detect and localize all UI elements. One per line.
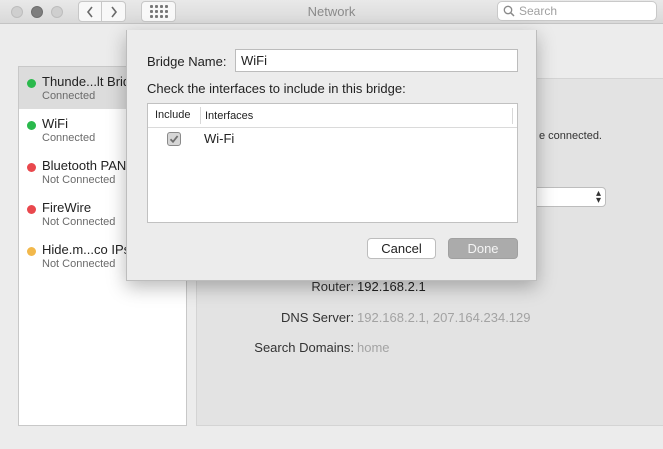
table-row[interactable]: Wi-Fi — [148, 128, 517, 149]
status-dot — [27, 121, 36, 130]
router-label: Router: — [311, 279, 354, 294]
column-header-interfaces[interactable]: Interfaces — [201, 110, 253, 122]
bridge-name-label: Bridge Name: — [147, 54, 227, 69]
dns-row: DNS Server: 192.168.2.1, 207.164.234.129 — [196, 310, 663, 330]
done-button[interactable]: Done — [448, 238, 518, 259]
cancel-button[interactable]: Cancel — [367, 238, 436, 259]
search-placeholder: Search — [519, 4, 558, 18]
bridge-sheet: Bridge Name: Check the interfaces to inc… — [126, 30, 537, 281]
configure-select[interactable]: ▴ ▾ — [530, 187, 606, 207]
checkmark-icon — [169, 135, 179, 144]
search-icon — [503, 5, 515, 17]
column-header-include[interactable]: Include — [148, 107, 201, 124]
table-header: Include Interfaces — [148, 104, 517, 128]
title-bar: Network Search — [0, 0, 663, 24]
search-domains-value: home — [357, 340, 390, 355]
router-value: 192.168.2.1 — [357, 279, 426, 294]
status-dot — [27, 163, 36, 172]
status-dot — [27, 205, 36, 214]
status-dot — [27, 247, 36, 256]
interface-name: Wi-Fi — [204, 131, 235, 146]
connection-status-text: e connected. — [539, 130, 602, 142]
include-checkbox[interactable] — [167, 132, 181, 146]
search-field[interactable]: Search — [497, 1, 657, 21]
status-dot — [27, 79, 36, 88]
dns-value: 192.168.2.1, 207.164.234.129 — [357, 310, 531, 325]
updown-arrows-icon: ▴ ▾ — [595, 188, 601, 206]
router-row: Router: 192.168.2.1 — [196, 279, 663, 299]
search-domains-row: Search Domains: home — [196, 340, 663, 360]
search-domains-label: Search Domains: — [254, 340, 354, 355]
interfaces-table: Include Interfaces Wi-Fi — [147, 103, 518, 223]
bridge-name-input[interactable] — [235, 49, 518, 72]
dns-label: DNS Server: — [281, 310, 354, 325]
interfaces-prompt: Check the interfaces to include in this … — [147, 81, 406, 96]
